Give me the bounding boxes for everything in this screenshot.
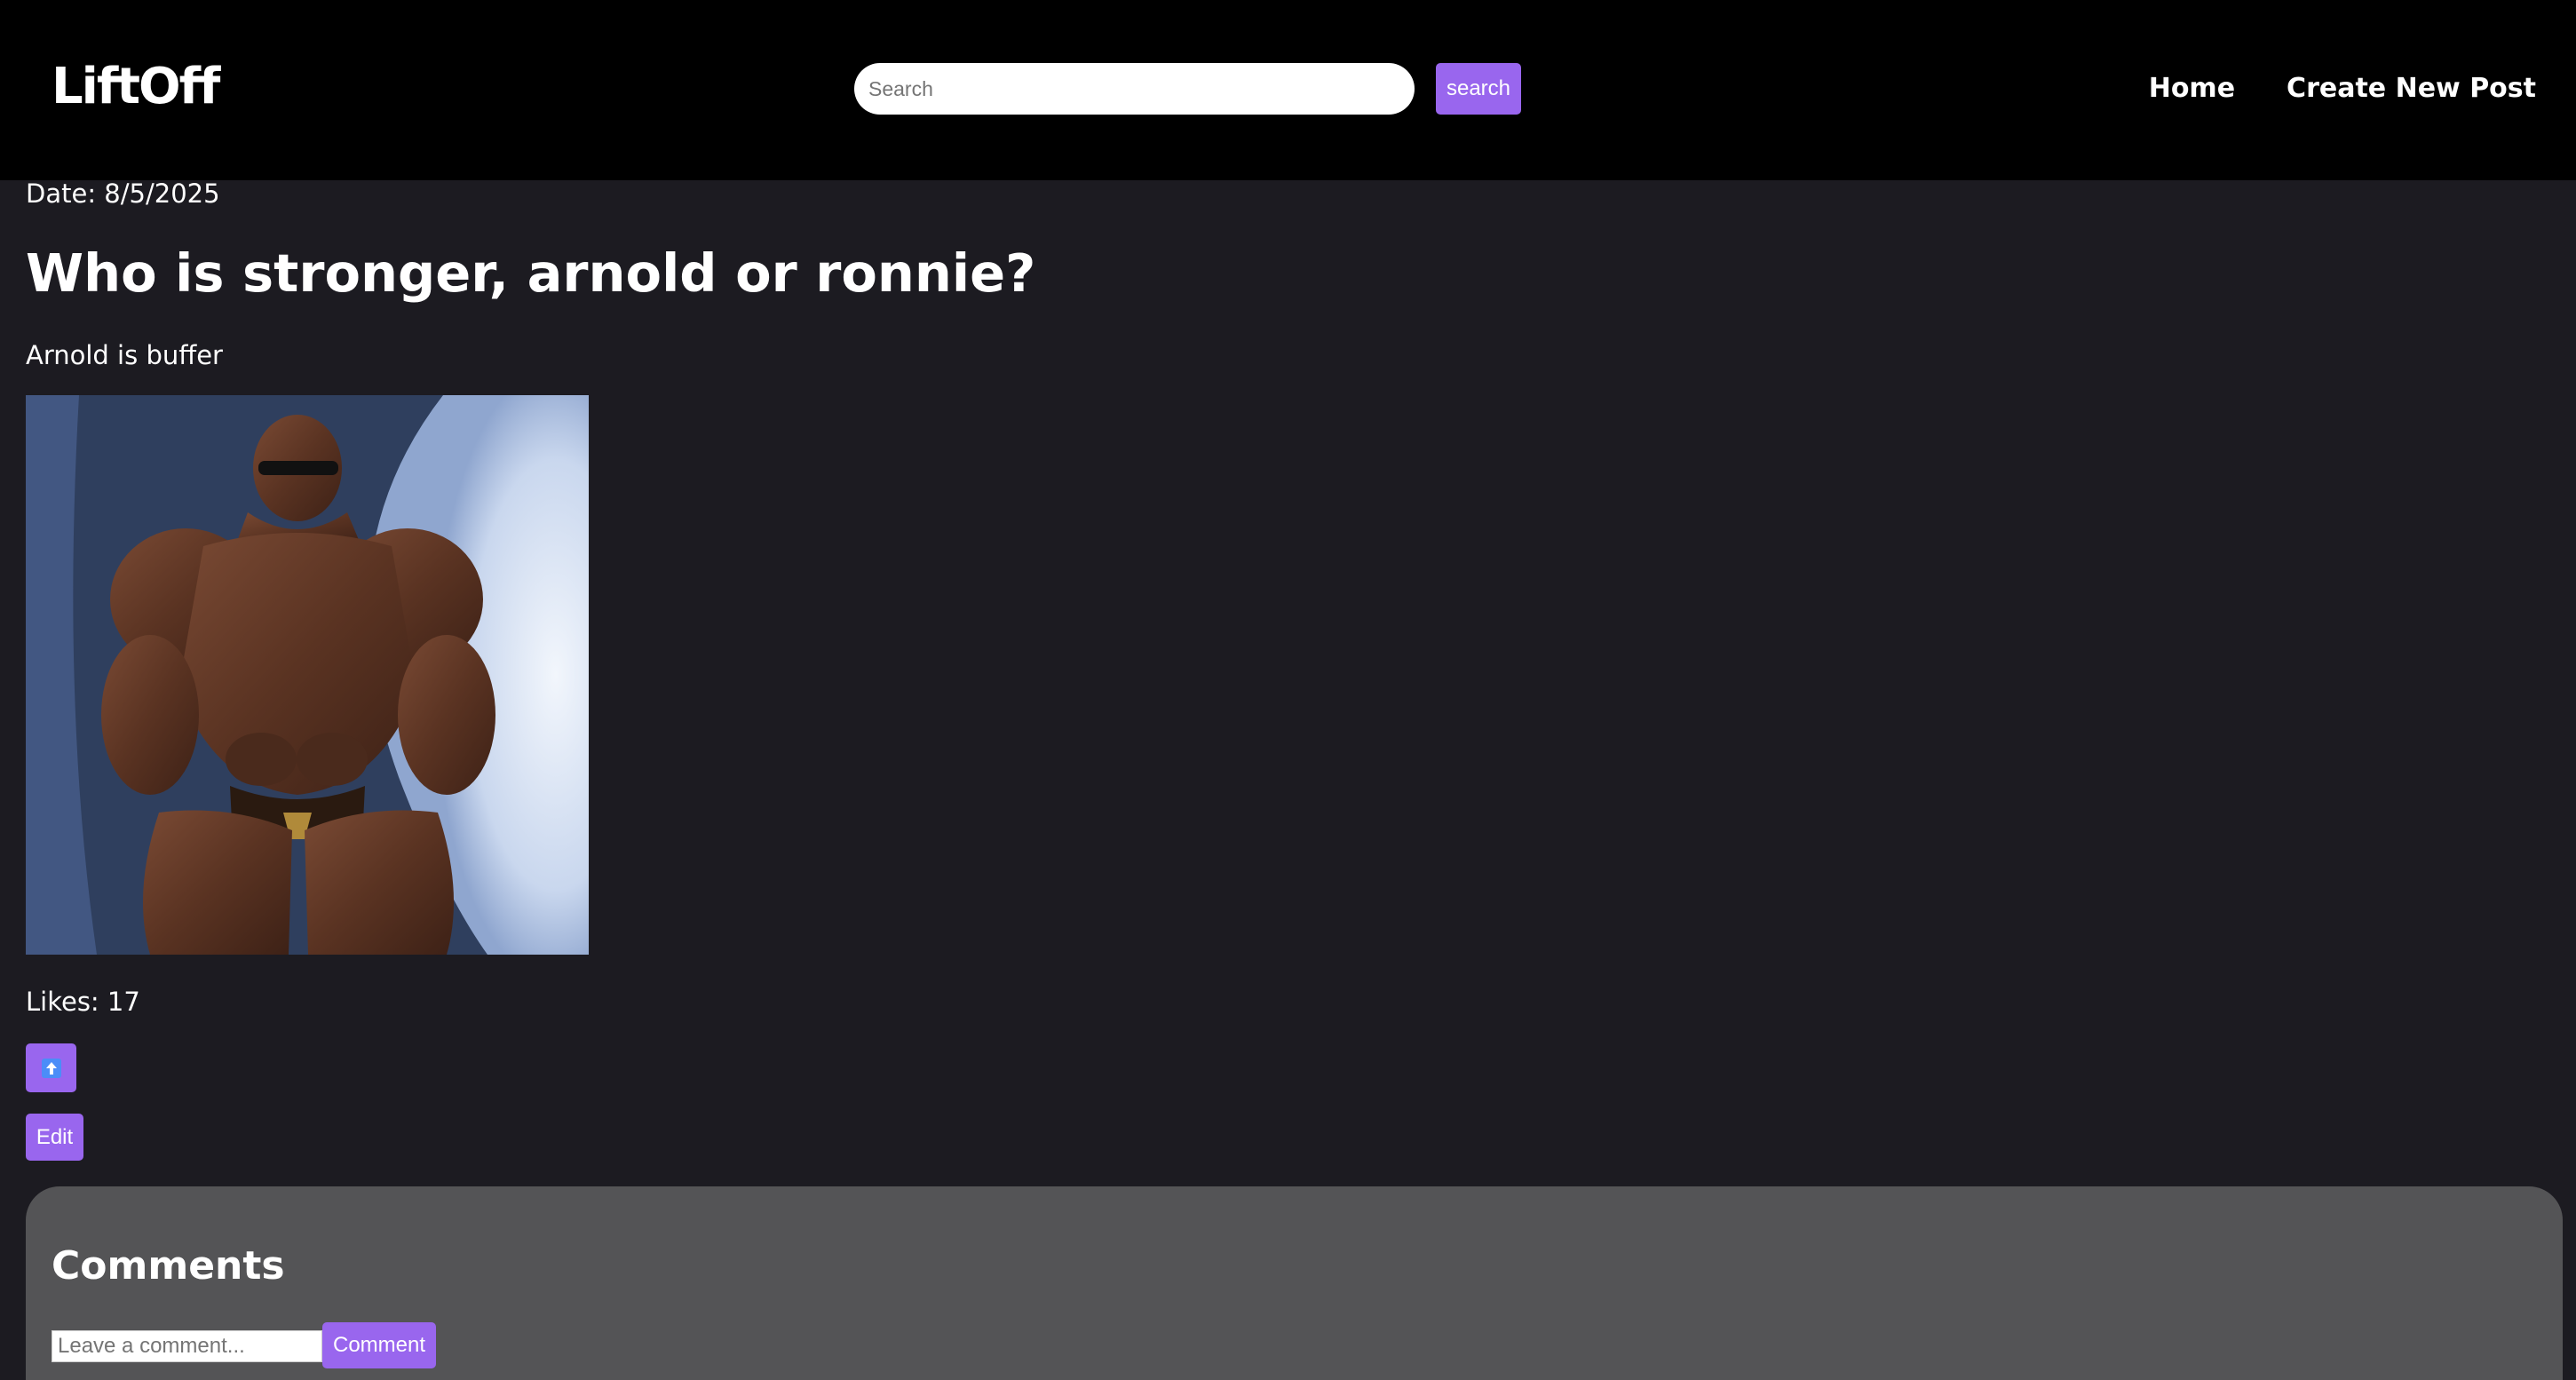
site-logo[interactable]: LiftOff xyxy=(52,55,220,119)
comments-section: Comments Comment xyxy=(26,1186,2563,1380)
edit-post-button[interactable]: Edit xyxy=(26,1114,83,1161)
bodybuilder-photo xyxy=(26,395,589,955)
nav-home-link[interactable]: Home xyxy=(2149,67,2235,110)
comment-input[interactable] xyxy=(52,1330,322,1362)
post-date: Date: 8/5/2025 xyxy=(26,178,220,209)
up-arrow-icon xyxy=(41,1058,61,1078)
search-input[interactable] xyxy=(854,63,1415,115)
post-body: Arnold is buffer xyxy=(26,340,223,370)
nav-create-post-link[interactable]: Create New Post xyxy=(2287,67,2536,110)
submit-comment-button[interactable]: Comment xyxy=(322,1322,436,1368)
post-title: Who is stronger, arnold or ronnie? xyxy=(26,242,1036,304)
post-image xyxy=(26,395,589,955)
upvote-button[interactable] xyxy=(26,1043,76,1092)
post-likes-count: Likes: 17 xyxy=(26,987,140,1017)
search-button[interactable]: search xyxy=(1436,63,1521,115)
top-navbar: LiftOff search Home Create New Post xyxy=(0,0,2576,180)
main-nav: Home Create New Post xyxy=(2149,67,2536,110)
comments-title: Comments xyxy=(52,1243,285,1289)
